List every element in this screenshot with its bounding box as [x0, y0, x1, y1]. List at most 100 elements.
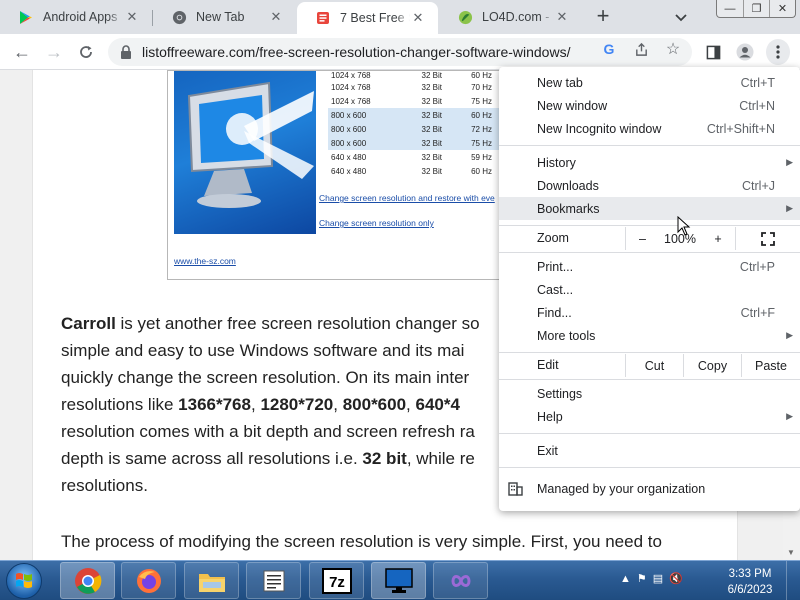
tab-title: 7 Best Free Scr: [340, 11, 410, 25]
menu-divider: [499, 225, 800, 226]
taskbar-clock[interactable]: 3:33 PM 6/6/2023: [722, 566, 778, 598]
action-center-flag-icon[interactable]: ⚑: [637, 572, 647, 585]
fullscreen-button[interactable]: [735, 227, 800, 250]
menu-item-print[interactable]: Print... Ctrl+P: [499, 255, 800, 278]
minimize-icon[interactable]: —: [717, 0, 743, 17]
share-icon[interactable]: [632, 40, 650, 58]
menu-divider: [499, 467, 800, 468]
paste-button[interactable]: Paste: [741, 354, 800, 377]
hz-cell: 75 Hz: [471, 96, 492, 106]
menu-item-help[interactable]: Help ▶: [499, 405, 800, 428]
start-button[interactable]: [6, 563, 42, 599]
menu-item-downloads[interactable]: Downloads Ctrl+J: [499, 174, 800, 197]
paragraph-text: resolution comes with a bit depth and sc…: [61, 422, 475, 441]
new-tab-button[interactable]: +: [592, 5, 614, 28]
show-hidden-icons-icon[interactable]: ▲: [620, 573, 631, 585]
close-tab-icon[interactable]: ✕: [554, 9, 570, 25]
menu-item-settings[interactable]: Settings: [499, 382, 800, 405]
zoom-in-button[interactable]: +: [701, 227, 735, 250]
cut-button[interactable]: Cut: [625, 354, 683, 377]
tab-7-best-free[interactable]: 7 Best Free Scr ✕: [297, 2, 438, 34]
menu-item-incognito[interactable]: New Incognito window Ctrl+Shift+N: [499, 117, 800, 140]
res-cell: 1024 x 768: [331, 82, 371, 92]
menu-label: Downloads: [537, 178, 599, 193]
hz-cell: 60 Hz: [471, 110, 492, 120]
network-icon[interactable]: ▤: [653, 572, 663, 585]
menu-item-find[interactable]: Find... Ctrl+F: [499, 301, 800, 324]
hz-cell: 60 Hz: [471, 166, 492, 176]
paragraph-text: ,: [333, 395, 343, 414]
menu-divider: [499, 252, 800, 253]
forward-icon[interactable]: →: [44, 42, 64, 62]
menu-item-more-tools[interactable]: More tools ▶: [499, 324, 800, 347]
restore-icon[interactable]: ❐: [743, 0, 769, 17]
submenu-arrow-icon: ▶: [786, 157, 793, 167]
side-panel-icon[interactable]: [703, 42, 723, 62]
url-text[interactable]: listoffreeware.com/free-screen-resolutio…: [142, 44, 570, 60]
table-row: 800 x 600 32 Bit 75 Hz: [328, 136, 506, 150]
listoffreeware-icon: [315, 10, 331, 26]
lo4d-icon: [457, 9, 473, 25]
menu-item-exit[interactable]: Exit: [499, 439, 800, 462]
menu-label: Find...: [537, 305, 572, 320]
zoom-out-button[interactable]: –: [625, 227, 659, 250]
carroll-name: Carroll: [61, 314, 116, 333]
res-cell: 800 x 600: [331, 138, 367, 148]
show-desktop-button[interactable]: [786, 561, 800, 600]
menu-item-cast[interactable]: Cast...: [499, 278, 800, 301]
menu-item-managed[interactable]: Managed by your organization: [499, 477, 800, 500]
menu-item-bookmarks[interactable]: Bookmarks ▶: [499, 197, 800, 220]
bits-cell: 32 Bit: [421, 96, 442, 106]
tab-title: New Tab: [196, 10, 245, 24]
close-tab-icon[interactable]: ✕: [124, 9, 140, 25]
menu-shortcut: Ctrl+J: [742, 178, 775, 193]
menu-item-history[interactable]: History ▶: [499, 151, 800, 174]
lock-icon[interactable]: [120, 45, 132, 59]
taskbar-file-explorer[interactable]: [184, 562, 239, 599]
reload-icon[interactable]: [76, 42, 96, 62]
change-resolution-only-link[interactable]: Change screen resolution only: [319, 218, 434, 228]
profile-avatar-icon[interactable]: [735, 42, 755, 62]
the-sz-link[interactable]: www.the-sz.com: [174, 256, 236, 266]
taskbar-display-settings[interactable]: [371, 562, 426, 599]
tab-android-apps[interactable]: Android Apps ✕: [0, 0, 152, 34]
taskbar-chrome[interactable]: [60, 562, 115, 599]
menu-label: New window: [537, 98, 608, 113]
tab-search-icon[interactable]: [672, 8, 690, 26]
menu-label: New Incognito window: [537, 121, 662, 136]
menu-item-new-tab[interactable]: New tab Ctrl+T: [499, 71, 800, 94]
table-row: 1024 x 768 32 Bit 75 Hz: [328, 94, 506, 108]
back-icon[interactable]: ←: [12, 42, 32, 62]
menu-item-new-window[interactable]: New window Ctrl+N: [499, 94, 800, 117]
scroll-down-icon[interactable]: ▼: [787, 548, 795, 557]
chrome-icon: [74, 567, 101, 594]
cut-label: Cut: [644, 358, 665, 373]
tab-new-tab[interactable]: New Tab ✕: [153, 0, 296, 34]
close-tab-icon[interactable]: ✕: [410, 10, 426, 26]
restore-resolution-link[interactable]: Change screen resolution and restore wit…: [319, 193, 495, 203]
zoom-plus-icon: +: [714, 231, 722, 246]
menu-shortcut: Ctrl+T: [740, 75, 775, 90]
res-cell: 640 x 480: [331, 152, 367, 162]
paragraph-text: depth is same across all resolutions i.e…: [61, 449, 363, 468]
google-play-icon: [18, 9, 34, 25]
taskbar-notepad[interactable]: [246, 562, 301, 599]
fullscreen-icon: [761, 231, 775, 246]
bit-depth-bold: 32 bit: [362, 449, 407, 468]
close-tab-icon[interactable]: ✕: [268, 9, 284, 25]
chrome-menu-icon[interactable]: [766, 39, 790, 65]
volume-muted-icon[interactable]: 🔇: [669, 572, 683, 585]
tab-lo4d[interactable]: LO4D.com - Fre ✕: [439, 0, 582, 34]
menu-shortcut: Ctrl+Shift+N: [706, 121, 775, 136]
taskbar-firefox[interactable]: [121, 562, 176, 599]
taskbar-infinity-app[interactable]: [433, 562, 488, 599]
google-translate-icon[interactable]: G: [600, 40, 618, 58]
bookmark-star-icon[interactable]: ☆: [664, 40, 682, 58]
table-row: 800 x 600 32 Bit 60 Hz: [328, 108, 506, 122]
copy-button[interactable]: Copy: [683, 354, 741, 377]
windows-logo-icon: [16, 573, 32, 588]
taskbar-7zip[interactable]: 7z: [309, 562, 364, 599]
close-window-icon[interactable]: ✕: [769, 0, 795, 17]
paragraph-text: quickly change the screen resolution. On…: [61, 368, 470, 387]
building-icon: [508, 481, 523, 496]
